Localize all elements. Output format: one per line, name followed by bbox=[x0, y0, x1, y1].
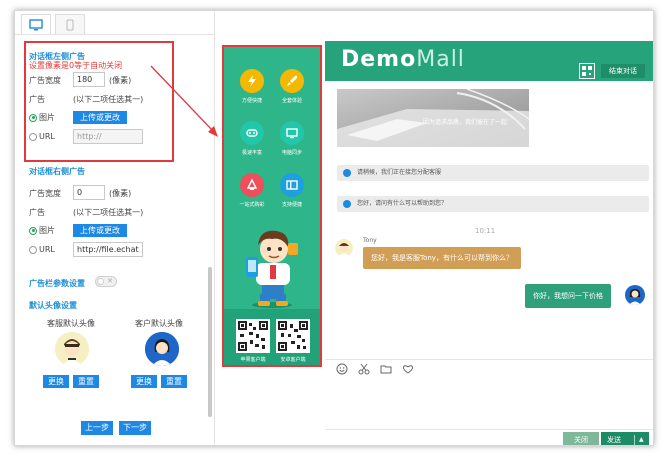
feature-item: 支持便捷 bbox=[274, 173, 310, 208]
message-input[interactable] bbox=[325, 377, 653, 429]
close-button[interactable]: 关闭 bbox=[563, 432, 599, 445]
user-avatar bbox=[625, 285, 645, 305]
agent-avatar-icon bbox=[55, 332, 89, 366]
scissors-icon[interactable] bbox=[357, 362, 370, 375]
qr-code-icon bbox=[278, 321, 308, 351]
brand-logo: DemoMall bbox=[341, 47, 465, 72]
user-avatar-icon bbox=[625, 285, 645, 305]
left-ad-label: 广告 bbox=[29, 95, 45, 104]
ios-client-label: 苹果客户端 bbox=[240, 357, 266, 363]
left-ad-url-input[interactable]: http:// bbox=[73, 129, 143, 144]
feature-item: 极速丰富 bbox=[234, 121, 270, 156]
app-window: 对话框左侧广告 设置像素是0等于自动关闭 广告宽度 180 (像素) 广告 (以… bbox=[14, 10, 654, 446]
lottery-icon bbox=[246, 178, 258, 190]
customer-default-avatar bbox=[145, 332, 179, 366]
left-ad-width-unit: (像素) bbox=[109, 76, 132, 85]
left-ad-preview: 方便快捷 全套体验 极速丰富 电脑同步 一站式购彩 支持便捷 苹果客户端 安卓客… bbox=[222, 45, 322, 367]
left-ad-image-radio[interactable]: 图片 bbox=[29, 112, 55, 123]
left-ad-upload-button[interactable]: 上传或更改 bbox=[73, 111, 127, 124]
agent-default-avatar bbox=[55, 332, 89, 366]
next-step-button[interactable]: 下一步 bbox=[119, 421, 151, 435]
right-ad-width-unit: (像素) bbox=[109, 189, 132, 198]
message-time: 10:11 bbox=[475, 227, 496, 235]
left-ad-url-radio[interactable]: URL bbox=[29, 132, 55, 141]
device-tabs bbox=[15, 11, 215, 35]
speaker-icon bbox=[343, 200, 351, 208]
close-icon: ✕ bbox=[107, 277, 113, 285]
feature-icon-bg-4 bbox=[280, 121, 304, 145]
gamepad-icon bbox=[246, 129, 258, 137]
android-qr-code bbox=[276, 319, 310, 353]
agent-avatar-icon bbox=[335, 239, 353, 257]
customer-avatar-label: 客户默认头像 bbox=[135, 319, 183, 328]
right-ad-title: 对话框右侧广告 bbox=[29, 167, 85, 176]
left-ad-hint: (以下二项任选其一) bbox=[73, 95, 144, 104]
monitor-icon bbox=[286, 128, 298, 139]
feature-icon-bg-6 bbox=[280, 173, 304, 197]
chat-banner: 因为追求品质，我们留在了一起 bbox=[337, 89, 529, 147]
user-message-bubble: 你好，我想问一下价格 bbox=[525, 284, 611, 308]
auto-close-warning: 设置像素是0等于自动关闭 bbox=[29, 61, 123, 70]
avatar-section-title: 默认头像设置 bbox=[29, 301, 77, 310]
right-ad-url-radio[interactable]: URL bbox=[29, 245, 55, 254]
end-chat-button[interactable]: 结束对话 bbox=[601, 64, 645, 78]
lightning-icon bbox=[248, 75, 256, 87]
qr-scan-icon[interactable] bbox=[579, 63, 595, 79]
agent-avatar bbox=[335, 239, 353, 257]
folder-icon[interactable] bbox=[379, 362, 392, 375]
right-ad-width-label: 广告宽度 bbox=[29, 189, 61, 198]
heart-icon[interactable] bbox=[401, 362, 414, 375]
feature-item: 方便快捷 bbox=[234, 69, 270, 104]
tab-mobile[interactable] bbox=[55, 14, 85, 34]
customer-avatar-replace-button[interactable]: 更换 bbox=[131, 375, 157, 388]
speaker-icon bbox=[343, 169, 351, 177]
feature-icon-bg-1 bbox=[240, 69, 264, 93]
left-panel-scrollbar[interactable] bbox=[208, 267, 212, 417]
feature-item: 电脑同步 bbox=[274, 121, 310, 156]
agent-avatar-replace-button[interactable]: 更换 bbox=[43, 375, 69, 388]
right-ad-hint: (以下二项任选其一) bbox=[73, 208, 144, 217]
agent-message-bubble: 您好，我是客服Tony，有什么可以帮到你么？ bbox=[363, 247, 521, 269]
right-ad-upload-button[interactable]: 上传或更改 bbox=[73, 224, 127, 237]
right-ad-width-input[interactable]: 0 bbox=[73, 185, 105, 200]
banner-text: 因为追求品质，我们留在了一起 bbox=[423, 119, 508, 126]
chat-preview: DemoMall 结束对话 因为追求品质，我们留在了一起 请稍候，我们正在接您分… bbox=[325, 41, 653, 445]
feature-icon-bg-5 bbox=[240, 173, 264, 197]
settings-panel: 对话框左侧广告 设置像素是0等于自动关闭 广告宽度 180 (像素) 广告 (以… bbox=[15, 11, 215, 445]
feature-item: 全套体验 bbox=[274, 69, 310, 104]
right-ad-label: 广告 bbox=[29, 208, 45, 217]
ad-params-label: 广告栏参数设置 bbox=[29, 279, 85, 288]
mobile-icon bbox=[66, 19, 74, 30]
feature-item: 一站式购彩 bbox=[234, 173, 270, 208]
system-message: 请稍候，我们正在接您分配客服 bbox=[337, 165, 649, 181]
chat-footer: 关闭 发送 ▲ bbox=[325, 429, 653, 445]
prev-step-button[interactable]: 上一步 bbox=[81, 421, 113, 435]
system-message: 您好，请问有什么可以帮助到您？ bbox=[337, 196, 649, 212]
agent-name: Tony bbox=[363, 237, 377, 244]
desktop-icon bbox=[29, 18, 43, 30]
feature-icon-bg-2 bbox=[280, 69, 304, 93]
agent-avatar-reset-button[interactable]: 重置 bbox=[73, 375, 99, 388]
left-ad-width-input[interactable]: 180 bbox=[73, 72, 105, 87]
customer-avatar-icon bbox=[145, 332, 179, 366]
customer-avatar-reset-button[interactable]: 重置 bbox=[161, 375, 187, 388]
chat-toolbar bbox=[325, 359, 653, 377]
rocket-icon bbox=[287, 75, 298, 86]
chat-header: DemoMall 结束对话 bbox=[325, 41, 653, 81]
send-button[interactable]: 发送 ▲ bbox=[601, 432, 649, 445]
feature-icon-bg-3 bbox=[240, 121, 264, 145]
ad-params-toggle[interactable]: ✕ bbox=[95, 276, 117, 287]
emoji-icon[interactable] bbox=[335, 362, 348, 375]
ios-qr-code bbox=[236, 319, 270, 353]
android-client-label: 安卓客户端 bbox=[280, 357, 306, 363]
agent-avatar-label: 客服默认头像 bbox=[47, 319, 95, 328]
qr-code-icon bbox=[238, 321, 268, 351]
caret-up-icon[interactable]: ▲ bbox=[639, 432, 644, 445]
cards-icon bbox=[286, 180, 298, 190]
left-ad-width-label: 广告宽度 bbox=[29, 76, 61, 85]
mascot-illustration bbox=[246, 230, 298, 308]
right-ad-url-input[interactable]: http://file.echat bbox=[73, 242, 143, 257]
tab-desktop[interactable] bbox=[21, 14, 51, 34]
right-ad-image-radio[interactable]: 图片 bbox=[29, 225, 55, 236]
